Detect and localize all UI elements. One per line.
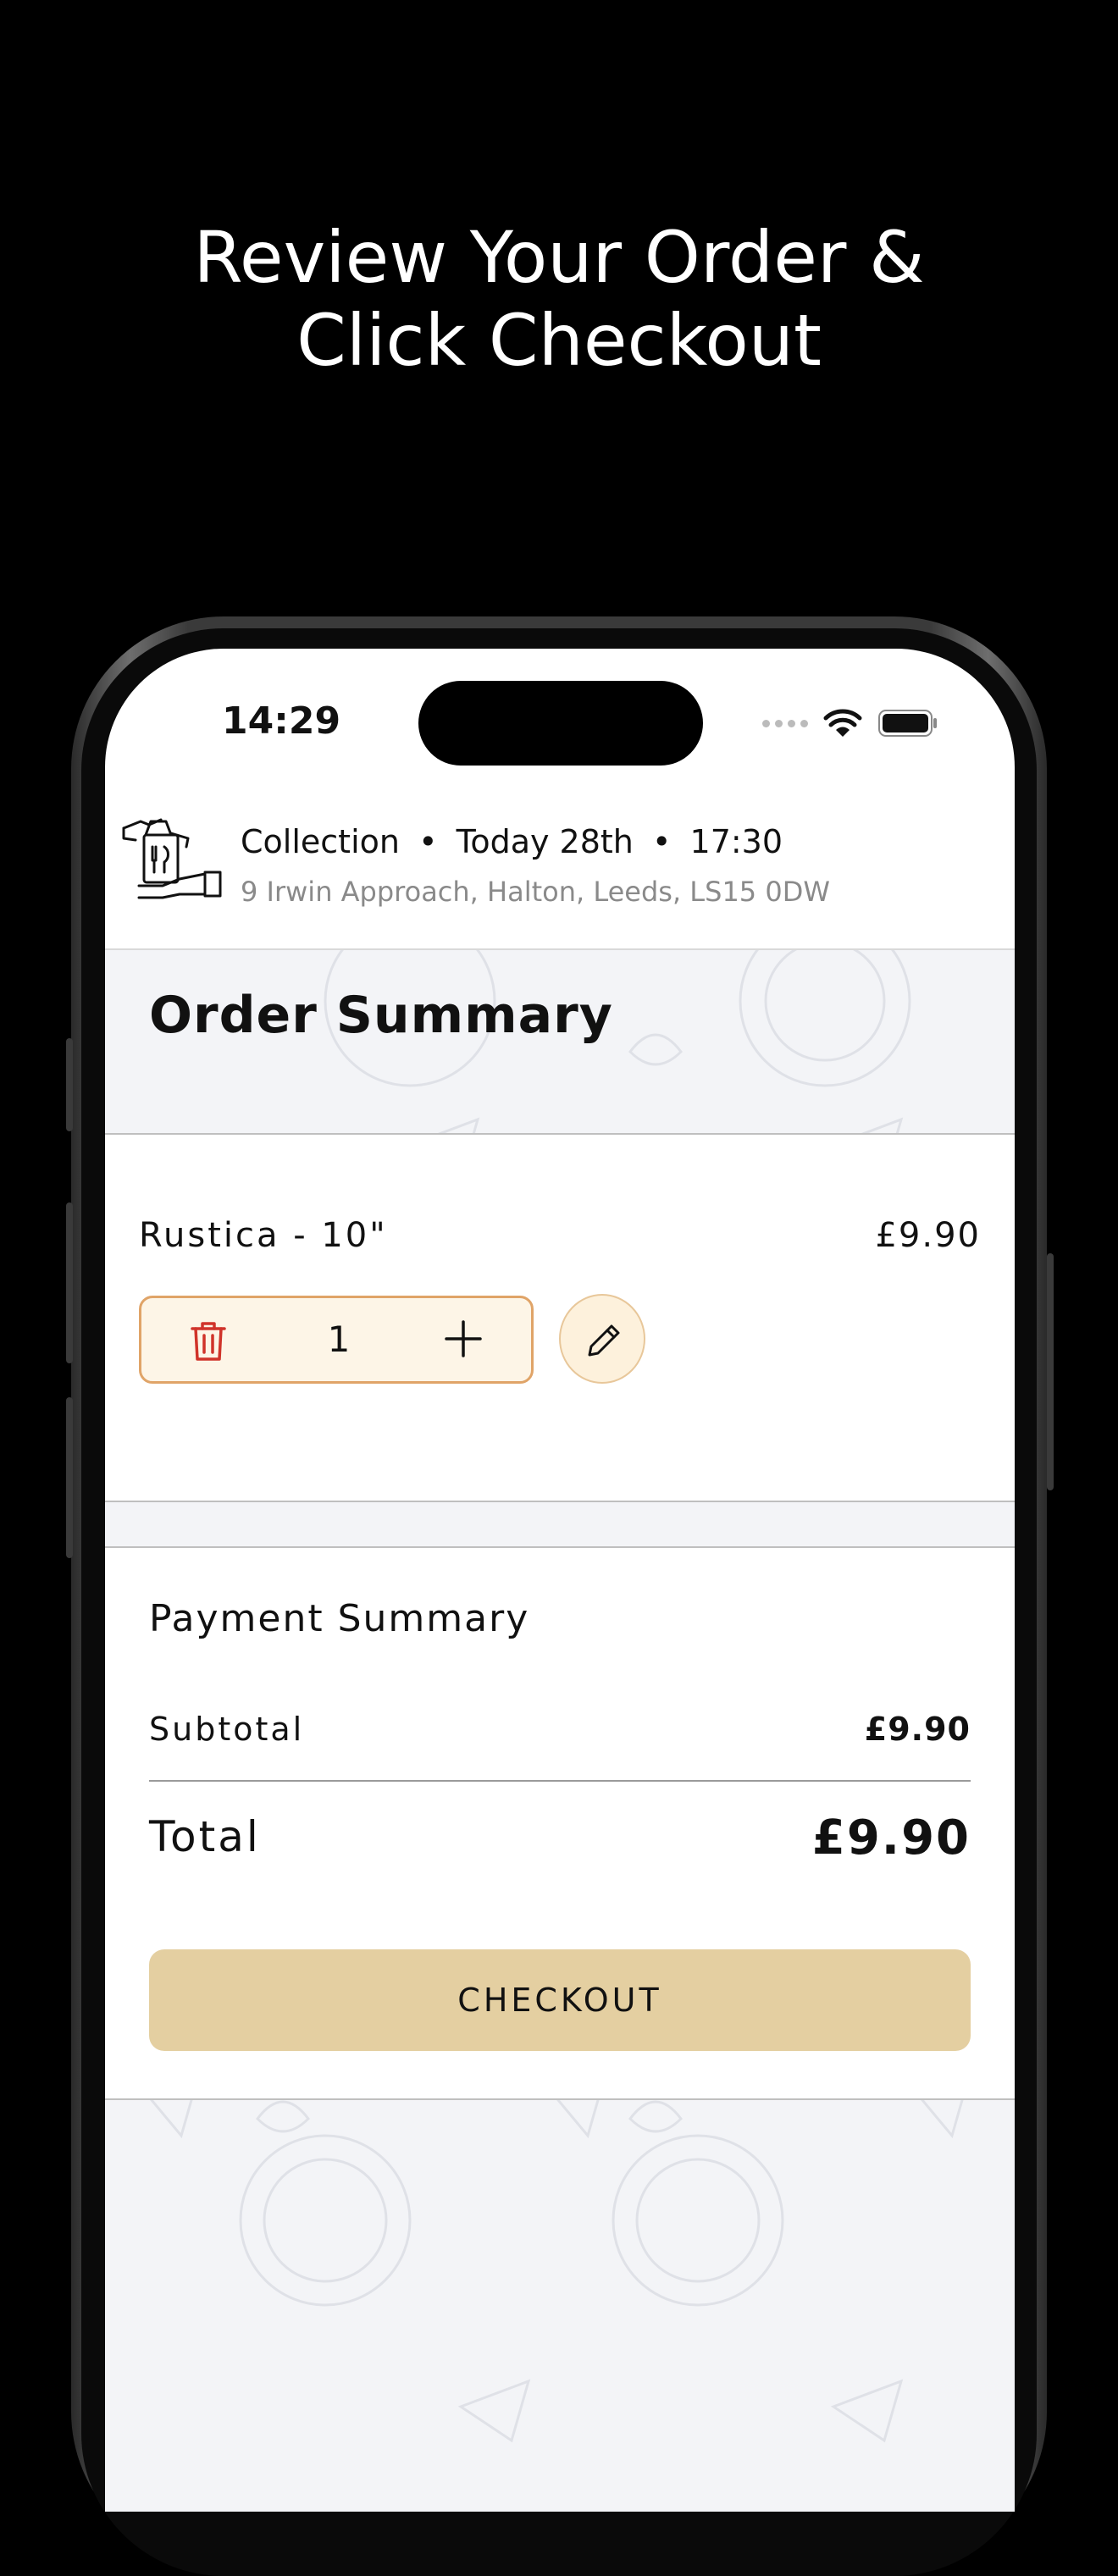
cart-item-card: Rustica - 10" £9.90 1 bbox=[105, 1133, 1015, 1502]
item-name: Rustica - 10" bbox=[139, 1216, 388, 1255]
order-time: 17:30 bbox=[689, 823, 783, 860]
separator: • bbox=[418, 823, 438, 860]
promo-headline: Review Your Order & Click Checkout bbox=[0, 216, 1118, 382]
phone-volume-up-button bbox=[66, 1202, 73, 1363]
collection-address: 9 Irwin Approach, Halton, Leeds, LS15 0D… bbox=[241, 876, 830, 908]
promo-line-2: Click Checkout bbox=[296, 299, 822, 382]
signal-dots-icon bbox=[762, 719, 808, 727]
wifi-icon bbox=[823, 708, 862, 738]
phone-volume-down-button bbox=[66, 1397, 73, 1558]
phone-action-button bbox=[66, 1038, 73, 1131]
order-date: Today 28th bbox=[456, 823, 634, 860]
payment-summary-card: Payment Summary Subtotal £9.90 Total £9.… bbox=[105, 1546, 1015, 2100]
summary-divider bbox=[149, 1780, 971, 1782]
checkout-button[interactable]: CHECKOUT bbox=[149, 1949, 971, 2051]
pencil-icon bbox=[588, 1324, 620, 1357]
edit-item-button[interactable] bbox=[559, 1294, 645, 1384]
status-icons bbox=[762, 706, 938, 740]
subtotal-label: Subtotal bbox=[149, 1711, 305, 1748]
app-screen: 14:29 Collection • Today 28th • 17:30 9 … bbox=[105, 649, 1015, 2512]
payment-summary-title: Payment Summary bbox=[149, 1597, 530, 1640]
order-type-header[interactable]: Collection • Today 28th • 17:30 9 Irwin … bbox=[105, 804, 1015, 950]
total-label: Total bbox=[149, 1812, 261, 1861]
promo-line-1: Review Your Order & bbox=[193, 216, 925, 299]
total-value: £9.90 bbox=[811, 1810, 971, 1866]
order-type-line: Collection • Today 28th • 17:30 bbox=[241, 823, 783, 860]
plus-icon[interactable] bbox=[443, 1318, 484, 1363]
status-time: 14:29 bbox=[222, 699, 341, 743]
dynamic-island bbox=[418, 681, 703, 766]
order-summary-title: Order Summary bbox=[149, 986, 613, 1045]
collection-bag-icon bbox=[120, 813, 222, 906]
quantity-stepper: 1 bbox=[139, 1296, 534, 1384]
separator: • bbox=[652, 823, 672, 860]
item-price: £9.90 bbox=[875, 1216, 981, 1255]
phone-power-button bbox=[1047, 1253, 1054, 1490]
subtotal-value: £9.90 bbox=[864, 1711, 971, 1748]
order-mode: Collection bbox=[241, 823, 400, 860]
battery-icon bbox=[877, 708, 938, 738]
